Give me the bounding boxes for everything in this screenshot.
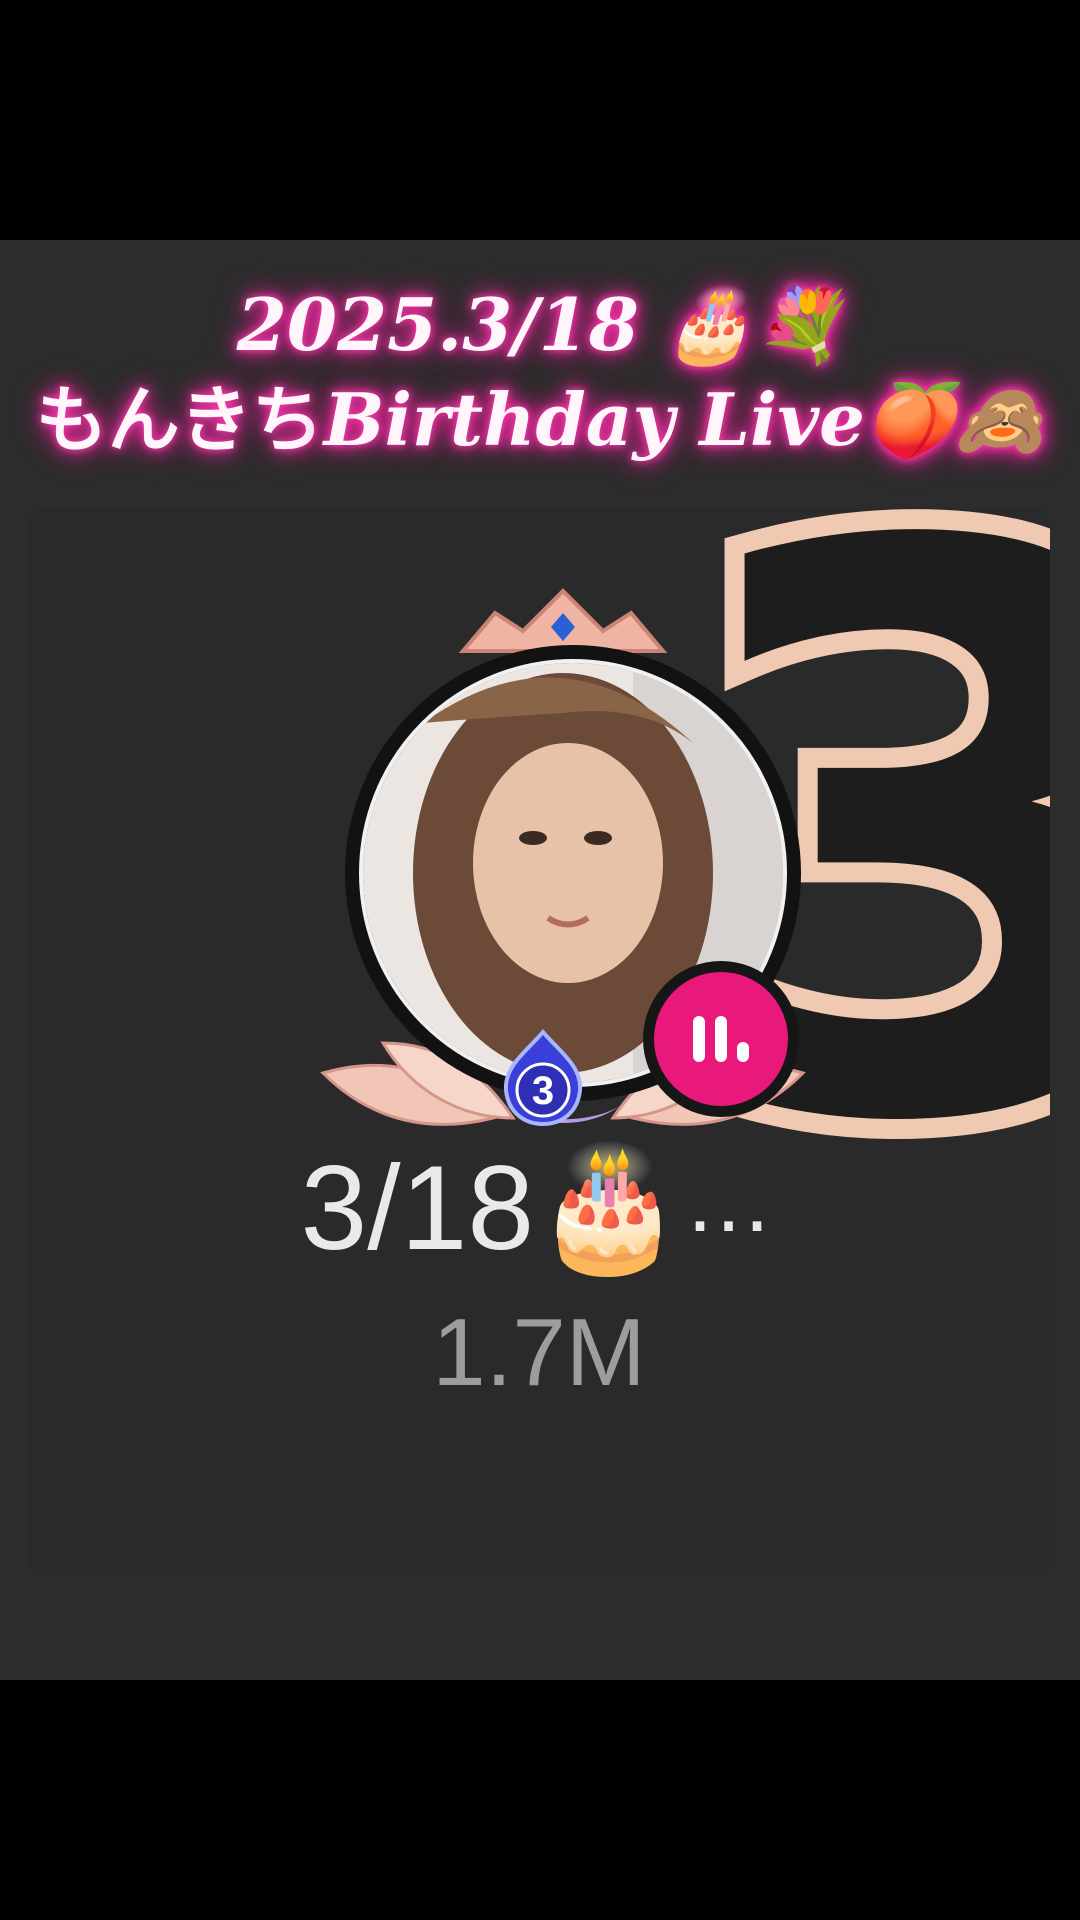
- live-card-screen: 2025.3/18 🎂💐 もんきちBirthday Live🍑🙈 3 3 3/1…: [0, 240, 1080, 1680]
- live-ranking-card[interactable]: 3 3 3/18🎂… 1.7M: [28, 508, 1050, 1574]
- live-audio-badge[interactable]: [643, 961, 799, 1117]
- stream-title-jp: もんきち: [35, 378, 324, 462]
- stream-title: 2025.3/18 🎂💐 もんきちBirthday Live🍑🙈: [0, 280, 1080, 470]
- avatar-frame: 3: [313, 573, 813, 1133]
- viewer-count: 1.7M: [432, 1299, 646, 1406]
- more-ellipsis: …: [683, 1151, 778, 1251]
- level-flame-badge-icon: 3: [503, 1028, 583, 1127]
- stream-title-line-2: もんきちBirthday Live🍑🙈: [0, 370, 1080, 470]
- live-audio-icon: [654, 972, 788, 1106]
- stream-title-line-1: 2025.3/18 🎂💐: [236, 282, 844, 367]
- level-number: 3: [532, 1069, 554, 1113]
- streamer-name[interactable]: 3/18🎂…: [28, 1126, 1050, 1283]
- stream-title-en: Birthday Live🍑🙈: [323, 377, 1045, 462]
- streamer-name-text: 3/18🎂: [300, 1141, 684, 1275]
